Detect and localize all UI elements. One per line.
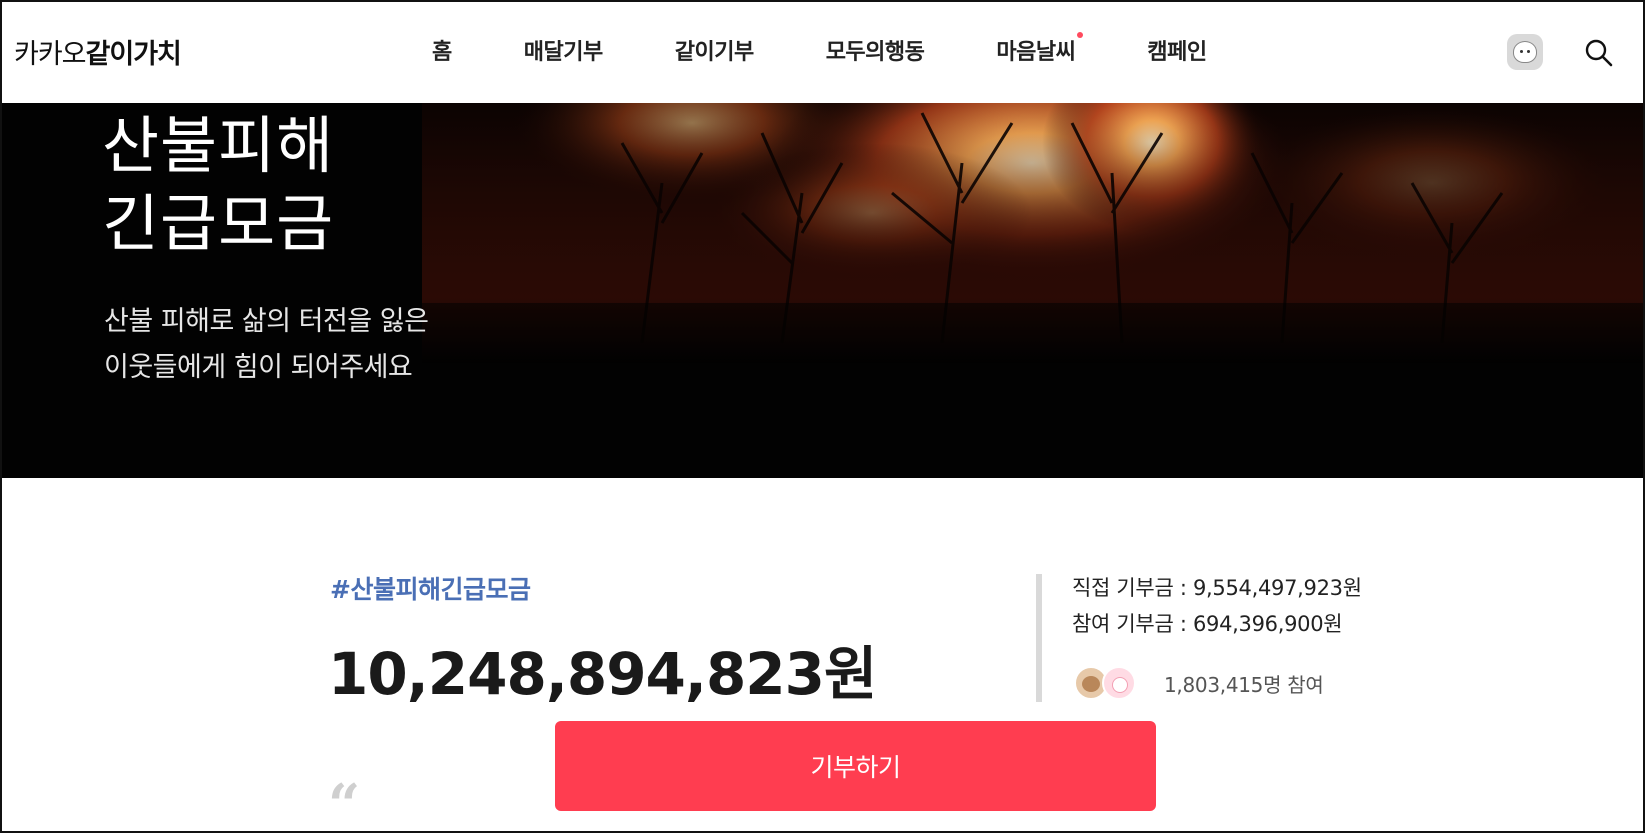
logo-main: 같이가치 (85, 39, 182, 70)
total-amount: 10,248,894,823원 (328, 640, 877, 708)
quote-mark: “ (328, 772, 361, 833)
avatar-character-icon (1513, 41, 1537, 63)
hero-subtitle-line2: 이웃들에게 힘이 되어주세요 (104, 352, 413, 383)
nav-home[interactable]: 홈 (432, 34, 452, 66)
hero-title-line1: 산불피해 (102, 109, 335, 182)
hero-title-line2: 긴급모금 (102, 187, 335, 260)
campaign-hashtag[interactable]: #산불피해긴급모금 (330, 570, 531, 606)
nav-together-donation[interactable]: 같이기부 (675, 34, 754, 66)
participant-count: 1,803,415명 참여 (1164, 672, 1324, 697)
direct-donation-amount: 직접 기부금 : 9,554,497,923원 (1072, 576, 1362, 600)
site-logo[interactable]: 카카오같이가치 (14, 32, 182, 71)
new-indicator-dot (1077, 32, 1084, 38)
stats-divider (1036, 574, 1042, 702)
hero-subtitle-line1: 산불 피해로 삶의 터전을 잃은 (104, 306, 429, 337)
main-nav: 홈 매달기부 같이기부 모두의행동 마음날씨 캠페인 (432, 32, 1279, 66)
nav-monthly-donation[interactable]: 매달기부 (524, 34, 603, 66)
nav-mind-weather[interactable]: 마음날씨 (996, 32, 1084, 66)
donate-button[interactable]: 기부하기 (555, 721, 1156, 811)
nav-mind-weather-label: 마음날씨 (996, 40, 1076, 65)
participant-avatar-icon (1102, 666, 1136, 700)
user-avatar[interactable] (1507, 34, 1543, 70)
participants-row: 1,803,415명 참여 (1074, 666, 1324, 700)
top-header: 카카오같이가치 홈 매달기부 같이기부 모두의행동 마음날씨 캠페인 (2, 2, 1643, 103)
hero-subtitle: 산불 피해로 삶의 터전을 잃은 이웃들에게 힘이 되어주세요 (104, 299, 429, 391)
nav-everyones-action[interactable]: 모두의행동 (826, 34, 925, 66)
page-frame: 카카오같이가치 홈 매달기부 같이기부 모두의행동 마음날씨 캠페인 산불피해 … (0, 0, 1645, 833)
search-icon[interactable] (1584, 38, 1614, 68)
logo-prefix: 카카오 (14, 39, 87, 70)
hero-banner: 산불피해 긴급모금 산불 피해로 삶의 터전을 잃은 이웃들에게 힘이 되어주세… (2, 103, 1643, 478)
wildfire-image (422, 103, 1643, 363)
hero-title: 산불피해 긴급모금 (102, 107, 334, 263)
nav-campaign[interactable]: 캠페인 (1147, 34, 1207, 66)
participation-donation-amount: 참여 기부금 : 694,396,900원 (1072, 612, 1343, 636)
